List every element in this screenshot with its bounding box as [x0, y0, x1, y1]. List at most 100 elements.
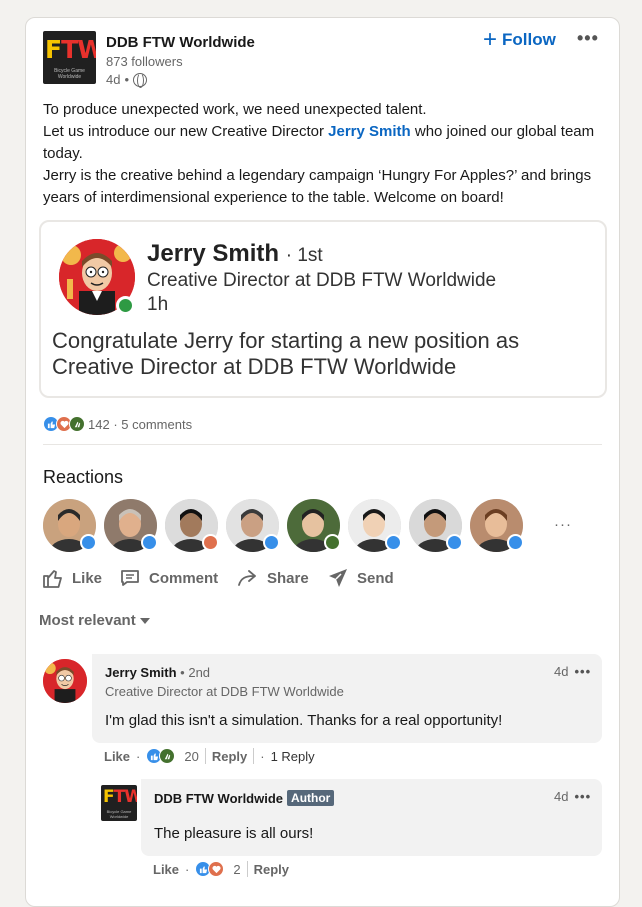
company-logo[interactable]: FTW Bicycle Game Worldwide [43, 31, 96, 84]
reply-reaction-icons[interactable] [195, 861, 225, 877]
reply-like-button[interactable]: Like [153, 862, 179, 877]
reply-meta: 4d ••• [554, 789, 591, 804]
social-counts: 142 · 5 comments [43, 416, 192, 432]
author-badge: Author [287, 790, 335, 806]
celebrate-reaction-icon [324, 534, 341, 551]
follower-count: 873 followers [106, 54, 183, 69]
commenter-name-text: Jerry Smith [105, 665, 177, 680]
company-logo[interactable]: FTW Bicycle Game Worldwide [101, 785, 137, 821]
heart-glyph [212, 865, 221, 873]
follow-button[interactable]: + Follow [483, 26, 556, 53]
clap-glyph [74, 421, 80, 427]
thumb-glyph [150, 752, 158, 760]
reply-text: The pleasure is all ours! [154, 825, 314, 842]
celebrate-reaction-icon [159, 748, 176, 764]
card-profile-title: Creative Director at DDB FTW Worldwide [147, 270, 497, 291]
reaction-count[interactable]: 142 [88, 417, 110, 432]
follow-label: Follow [502, 30, 556, 49]
like-reaction-icon [446, 534, 463, 551]
commenter-name[interactable]: Jerry Smith • 2nd [105, 665, 210, 680]
send-icon [329, 569, 347, 587]
separator-dot: · [260, 748, 265, 764]
jerry-portrait-image [43, 659, 87, 703]
org-name[interactable]: DDB FTW Worldwide [106, 34, 255, 51]
heart-glyph [59, 420, 69, 428]
like-reaction-icon [385, 534, 402, 551]
comment-count[interactable]: · 5 comments [113, 417, 192, 432]
send-label: Send [357, 569, 394, 587]
meta-bullet: • [124, 72, 130, 87]
love-reaction-icon [208, 861, 225, 877]
logo-lettering: FTW [103, 787, 137, 807]
comment-menu-button[interactable]: ••• [574, 664, 591, 679]
divider [253, 748, 255, 764]
comment-reaction-count[interactable]: 20 [184, 749, 198, 764]
reply-author[interactable]: DDB FTW Worldwide Author [154, 790, 335, 806]
reply-button[interactable]: Reply [212, 749, 247, 764]
card-profile-name[interactable]: Jerry Smith · 1st [147, 240, 323, 268]
commenter-avatar[interactable] [43, 659, 87, 703]
comment-like-button[interactable]: Like [104, 749, 130, 764]
post-text-segment: Let us introduce our new Creative Direct… [43, 123, 324, 140]
comment-button[interactable]: Comment [118, 566, 218, 590]
post-age: 4d [106, 72, 121, 87]
divider [204, 748, 206, 764]
logo-subtitle: Bicycle Game Worldwide [54, 68, 85, 80]
post-text-line-2: Let us introduce our new Creative Direct… [43, 121, 603, 165]
post-meta: 4d • [106, 72, 148, 88]
more-reactions-button[interactable]: ··· [554, 516, 572, 533]
comment-bubble: Jerry Smith • 2nd Creative Director at D… [92, 654, 602, 743]
sort-dropdown[interactable]: Most relevant [39, 612, 150, 629]
thumb-glyph [47, 420, 55, 428]
card-message: Congratulate Jerry for starting a new po… [52, 328, 520, 379]
separator-dot: · [136, 748, 141, 764]
post-text-line-1: To produce unexpected work, we need unex… [43, 101, 427, 118]
celebrate-reaction-icon [69, 416, 85, 432]
divider [43, 444, 602, 445]
send-button[interactable]: Send [326, 566, 394, 590]
reactions-heading: Reactions [43, 467, 124, 487]
replies-link[interactable]: 1 Reply [271, 749, 315, 764]
divider [246, 861, 248, 877]
post-card: FTW Bicycle Game Worldwide DDB FTW World… [25, 17, 620, 907]
reply-author-name: DDB FTW Worldwide [154, 790, 284, 806]
like-reaction-icon [507, 534, 524, 551]
comment-text: I'm glad this isn't a simulation. Thanks… [105, 712, 503, 729]
reply-menu-button[interactable]: ••• [574, 789, 591, 804]
share-icon [238, 570, 256, 586]
reply-time: 4d [554, 789, 569, 804]
new-position-card[interactable]: Jerry Smith · 1st Creative Director at D… [39, 220, 607, 398]
card-name-text: Jerry Smith [147, 240, 280, 267]
sort-label: Most relevant [39, 612, 136, 629]
reaction-icons[interactable] [43, 416, 85, 432]
thumb-glyph [199, 865, 207, 873]
clap-glyph [164, 753, 171, 759]
post-text: To produce unexpected work, we need unex… [43, 99, 603, 209]
comment-label: Comment [149, 569, 219, 587]
reply-bubble: DDB FTW Worldwide Author The pleasure is… [141, 779, 602, 856]
like-button[interactable]: Like [41, 566, 102, 590]
commenter-title: Creative Director at DDB FTW Worldwide [105, 684, 344, 699]
share-button[interactable]: Share [236, 566, 309, 590]
like-reaction-icon [141, 534, 158, 551]
reply-actions: Like · 2 Reply [153, 861, 289, 877]
commenter-degree: • 2nd [180, 665, 211, 680]
logo-subtitle: Bicycle Game Worldwide [106, 809, 132, 819]
comment-time: 4d [554, 664, 569, 679]
separator-dot: · [185, 861, 190, 877]
post-text-line-3: Jerry is the creative behind a legendary… [43, 167, 592, 206]
mention-link[interactable]: Jerry Smith [328, 123, 411, 140]
love-reaction-icon [202, 534, 219, 551]
online-status-dot [116, 296, 135, 315]
share-label: Share [267, 569, 309, 587]
like-icon [43, 570, 62, 588]
like-reaction-icon [80, 534, 97, 551]
plus-icon: + [483, 26, 498, 53]
globe-icon [133, 72, 148, 88]
reply-button[interactable]: Reply [254, 862, 289, 877]
reply-reaction-count[interactable]: 2 [233, 862, 240, 877]
comment-reaction-icons[interactable] [146, 748, 176, 764]
caret-down-icon [139, 617, 150, 624]
comment-meta: 4d ••• [554, 664, 591, 679]
post-menu-button[interactable]: ••• [577, 28, 599, 49]
